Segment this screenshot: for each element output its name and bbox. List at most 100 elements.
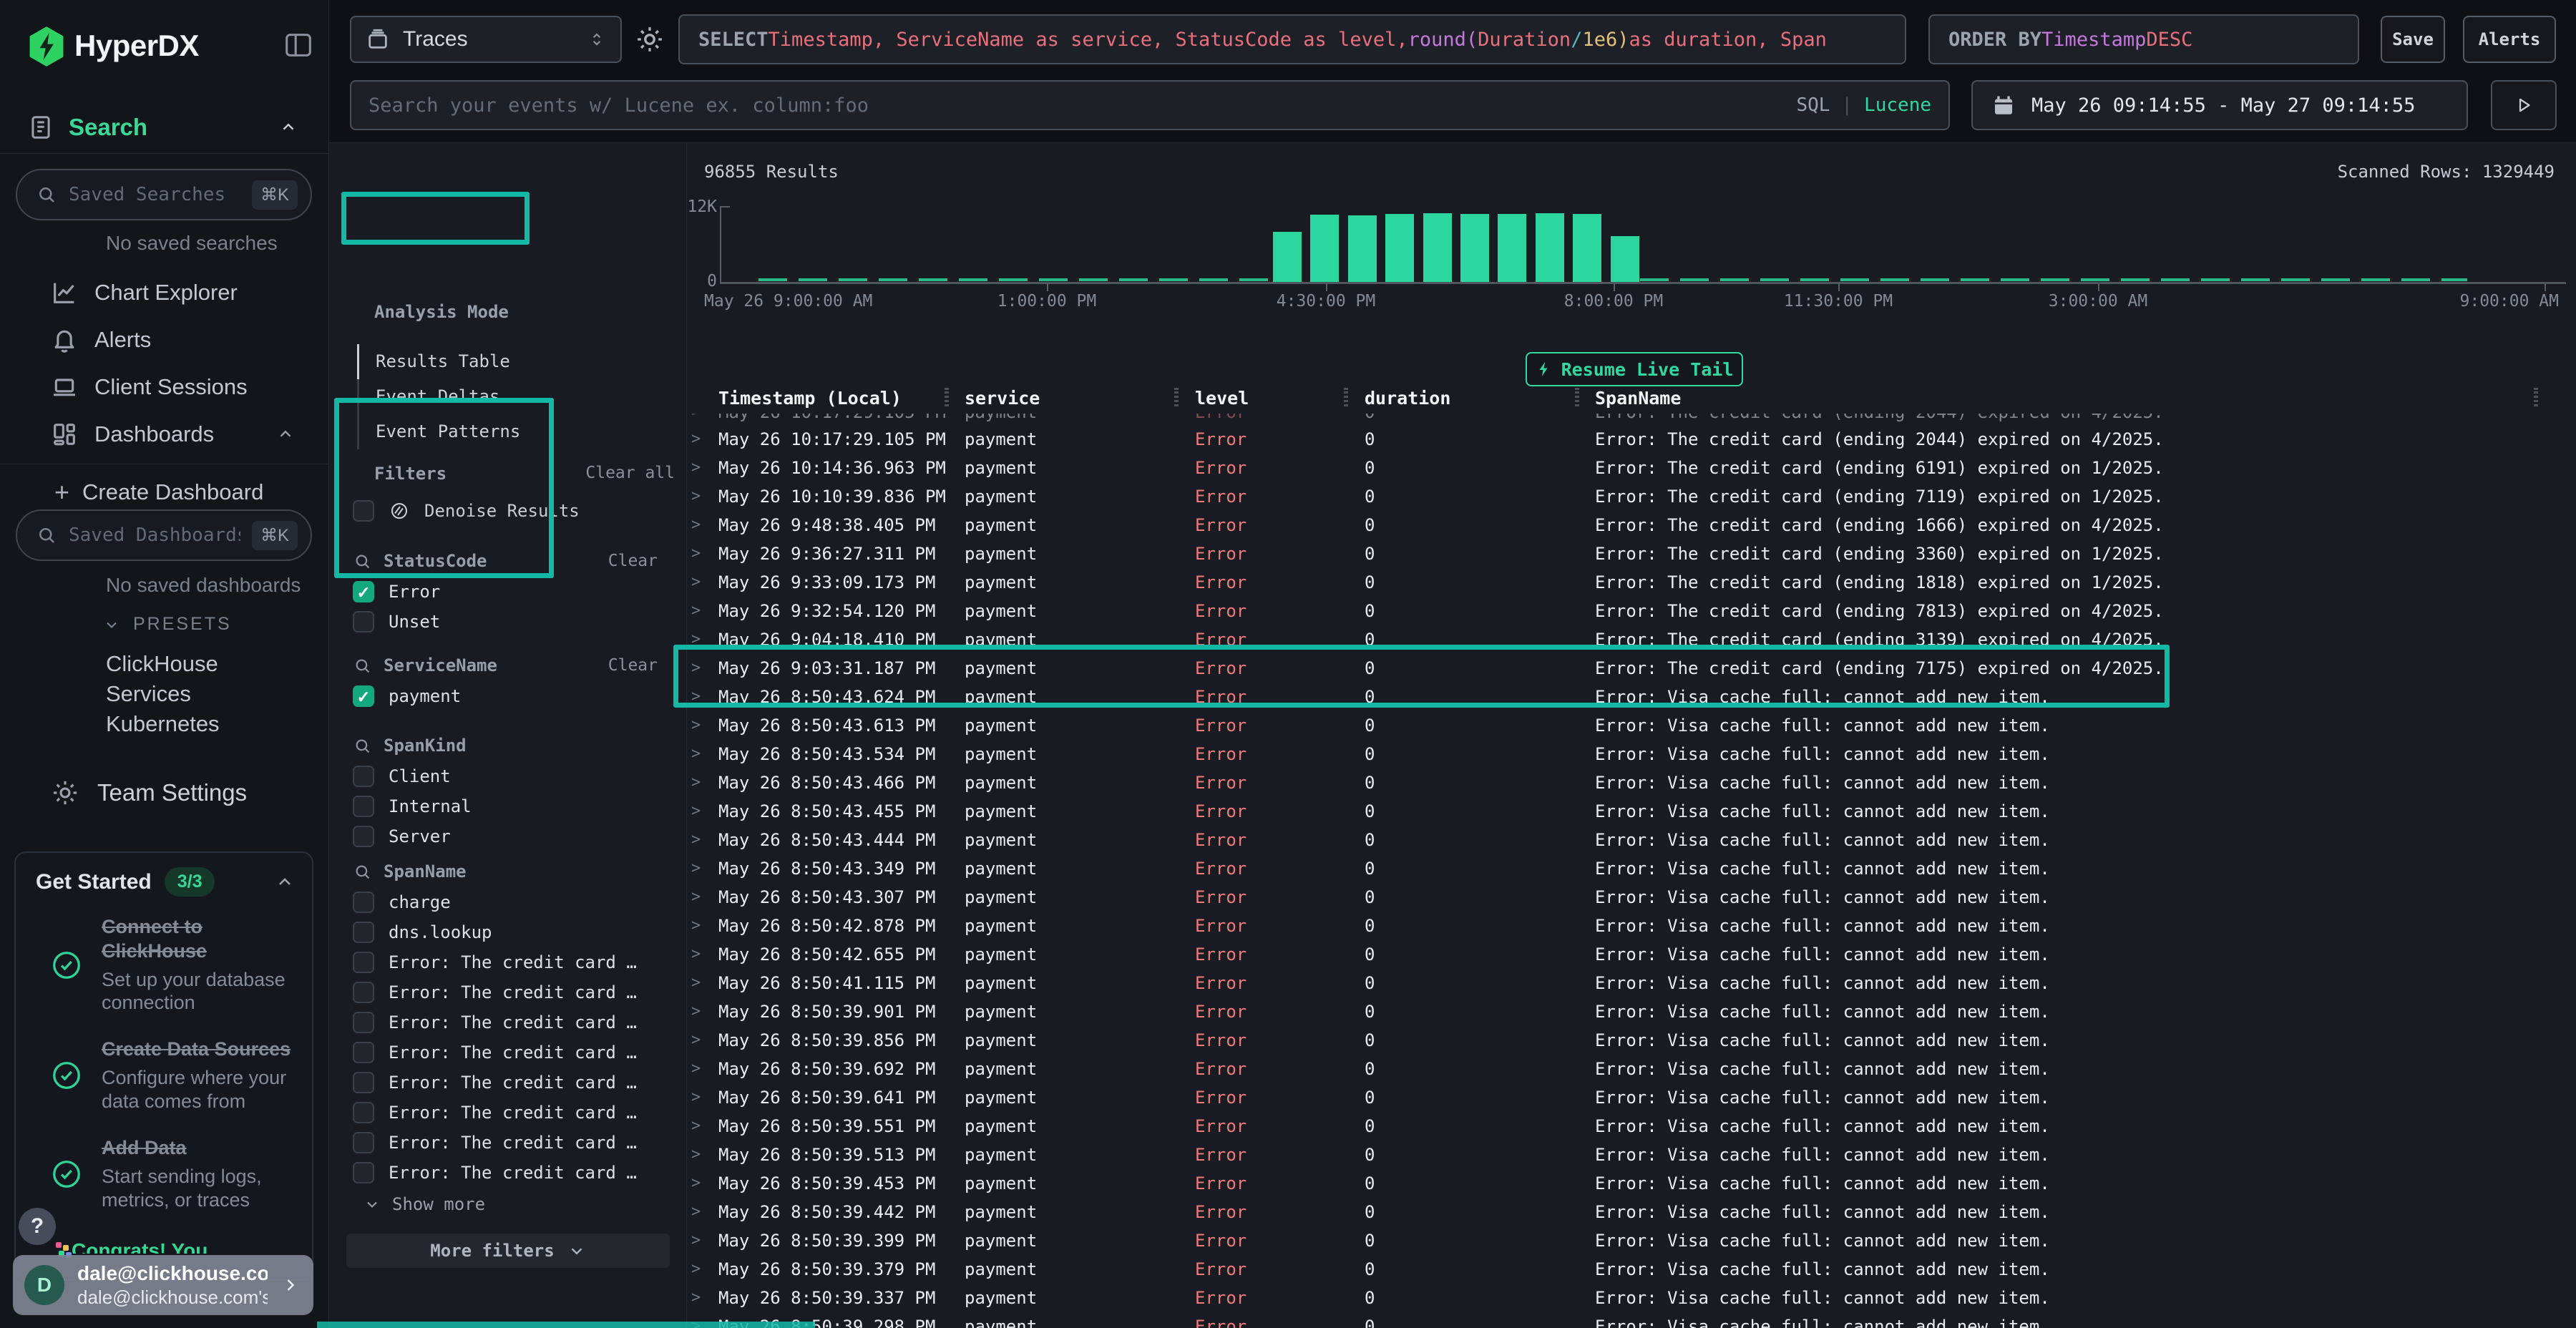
column-resize-handle[interactable]: [1344, 388, 1348, 406]
search-input[interactable]: [369, 94, 1782, 117]
filter-checkbox[interactable]: [353, 796, 374, 817]
table-row[interactable]: > May 26 8:50:43.624 PM payment Error 0 …: [690, 683, 2576, 711]
col-header-timestamp[interactable]: Timestamp (Local): [718, 388, 902, 409]
row-expand-chevron[interactable]: >: [691, 740, 701, 768]
chevron-up-icon[interactable]: [279, 118, 298, 137]
filter-option[interactable]: Error: The credit card …: [353, 947, 658, 977]
table-row[interactable]: > May 26 8:50:39.901 PM payment Error 0 …: [690, 997, 2576, 1026]
table-row[interactable]: > May 26 8:50:42.878 PM payment Error 0 …: [690, 912, 2576, 940]
table-row[interactable]: > May 26 8:50:39.379 PM payment Error 0 …: [690, 1255, 2576, 1284]
filter-option[interactable]: Error: [353, 577, 658, 607]
clear-link[interactable]: Clear: [608, 552, 658, 570]
order-by-input[interactable]: ORDER BY Timestamp DESC: [1928, 14, 2359, 64]
row-expand-chevron[interactable]: >: [691, 711, 701, 740]
run-query-button[interactable]: [2491, 80, 2557, 130]
table-row[interactable]: > May 26 10:10:39.836 PM payment Error 0…: [690, 482, 2576, 511]
filter-checkbox[interactable]: [353, 1162, 374, 1183]
search-icon[interactable]: [353, 862, 372, 882]
table-row[interactable]: > May 26 9:33:09.173 PM payment Error 0 …: [690, 568, 2576, 597]
table-row[interactable]: > May 26 9:32:54.120 PM payment Error 0 …: [690, 597, 2576, 625]
event-search-bar[interactable]: SQL | Lucene: [350, 80, 1950, 130]
filter-option[interactable]: payment: [353, 681, 658, 711]
row-expand-chevron[interactable]: >: [691, 1112, 701, 1141]
table-row[interactable]: > May 26 8:50:43.444 PM payment Error 0 …: [690, 826, 2576, 854]
row-expand-chevron[interactable]: >: [691, 969, 701, 997]
sidebar-item-chart-explorer[interactable]: Chart Explorer: [0, 270, 329, 316]
row-expand-chevron[interactable]: >: [691, 654, 701, 683]
row-expand-chevron[interactable]: >: [691, 854, 701, 883]
row-expand-chevron[interactable]: >: [691, 1141, 701, 1169]
row-expand-chevron[interactable]: >: [691, 1055, 701, 1083]
mode-results-table[interactable]: Results Table: [357, 344, 658, 379]
table-row[interactable]: > May 26 8:50:39.453 PM payment Error 0 …: [690, 1169, 2576, 1198]
row-expand-chevron[interactable]: >: [691, 425, 701, 454]
row-expand-chevron[interactable]: >: [691, 1198, 701, 1226]
alerts-button[interactable]: Alerts: [2463, 16, 2556, 63]
table-row[interactable]: > May 26 10:14:36.963 PM payment Error 0…: [690, 454, 2576, 482]
row-expand-chevron[interactable]: >: [691, 997, 701, 1026]
mode-event-patterns[interactable]: Event Patterns: [357, 414, 658, 449]
table-row[interactable]: > May 26 8:50:43.613 PM payment Error 0 …: [690, 711, 2576, 740]
table-row[interactable]: > May 26 9:48:38.405 PM payment Error 0 …: [690, 511, 2576, 540]
search-icon[interactable]: [353, 656, 372, 675]
filter-checkbox[interactable]: [353, 766, 374, 787]
table-row[interactable]: > May 26 8:50:39.551 PM payment Error 0 …: [690, 1112, 2576, 1141]
presets-section-toggle[interactable]: PRESETS: [103, 614, 232, 635]
table-row[interactable]: > May 26 8:50:39.641 PM payment Error 0 …: [690, 1083, 2576, 1112]
row-expand-chevron[interactable]: >: [691, 454, 701, 482]
row-expand-chevron[interactable]: >: [691, 568, 701, 597]
get-started-item[interactable]: Connect to ClickHouse Set up your databa…: [16, 904, 312, 1026]
search-icon[interactable]: [353, 552, 372, 571]
table-row[interactable]: > May 26 8:50:39.399 PM payment Error 0 …: [690, 1226, 2576, 1255]
saved-searches-field[interactable]: [69, 184, 240, 205]
filter-option[interactable]: Unset: [353, 607, 658, 637]
chevron-up-icon[interactable]: [275, 872, 295, 892]
chevron-up-icon[interactable]: [276, 425, 295, 444]
table-row[interactable]: > May 26 8:50:43.307 PM payment Error 0 …: [690, 883, 2576, 912]
column-resize-handle[interactable]: [1174, 388, 1179, 406]
filter-checkbox[interactable]: [353, 892, 374, 913]
filter-checkbox[interactable]: [353, 1072, 374, 1093]
table-row[interactable]: > May 26 8:50:43.455 PM payment Error 0 …: [690, 797, 2576, 826]
filter-checkbox[interactable]: [353, 611, 374, 633]
row-expand-chevron[interactable]: >: [691, 1255, 701, 1284]
sidebar-item-alerts[interactable]: Alerts: [0, 317, 329, 363]
table-row[interactable]: > May 26 8:50:43.349 PM payment Error 0 …: [690, 854, 2576, 883]
table-row[interactable]: > May 26 10:17:29.105 PM payment Error 0…: [690, 425, 2576, 454]
col-header-service[interactable]: service: [965, 388, 1040, 409]
filter-option[interactable]: Error: The credit card …: [353, 1038, 658, 1068]
get-started-item[interactable]: Add Data Start sending logs, metrics, or…: [16, 1125, 312, 1224]
saved-searches-input[interactable]: ⌘K: [16, 169, 312, 220]
col-header-duration[interactable]: duration: [1365, 388, 1450, 409]
filter-option[interactable]: Error: The credit card …: [353, 977, 658, 1007]
sidebar-item-team-settings[interactable]: Team Settings: [0, 770, 329, 816]
filter-checkbox[interactable]: [353, 1042, 374, 1063]
search-icon[interactable]: [353, 736, 372, 756]
lucene-toggle[interactable]: Lucene: [1864, 94, 1931, 116]
user-menu[interactable]: D dale@clickhouse.com dale@clickhouse.co…: [13, 1255, 313, 1315]
filter-checkbox[interactable]: [353, 1012, 374, 1033]
sidebar-collapse-icon[interactable]: [282, 29, 315, 62]
filter-checkbox[interactable]: [353, 685, 374, 707]
row-expand-chevron[interactable]: >: [691, 912, 701, 940]
filter-option[interactable]: Client: [353, 761, 658, 791]
table-row[interactable]: > May 26 8:50:39.442 PM payment Error 0 …: [690, 1198, 2576, 1226]
table-row[interactable]: > May 26 8:50:42.655 PM payment Error 0 …: [690, 940, 2576, 969]
filter-checkbox[interactable]: [353, 581, 374, 602]
filter-checkbox[interactable]: [353, 826, 374, 847]
sql-toggle[interactable]: SQL: [1796, 94, 1830, 116]
row-expand-chevron[interactable]: >: [691, 1226, 701, 1255]
row-expand-chevron[interactable]: >: [691, 597, 701, 625]
row-expand-chevron[interactable]: >: [691, 683, 701, 711]
filter-checkbox[interactable]: [353, 1132, 374, 1153]
table-row[interactable]: > May 26 8:50:39.692 PM payment Error 0 …: [690, 1055, 2576, 1083]
get-started-item[interactable]: Create Data Sources Configure where your…: [16, 1026, 312, 1125]
clear-link[interactable]: Clear: [608, 656, 658, 675]
filter-option[interactable]: Error: The credit card …: [353, 1098, 658, 1128]
row-expand-chevron[interactable]: >: [691, 1312, 701, 1328]
col-header-level[interactable]: level: [1195, 388, 1249, 409]
filter-checkbox[interactable]: [353, 982, 374, 1003]
column-resize-handle[interactable]: [945, 388, 949, 406]
more-filters-button[interactable]: More filters: [346, 1234, 670, 1268]
preset-kubernetes[interactable]: Kubernetes: [106, 711, 220, 737]
